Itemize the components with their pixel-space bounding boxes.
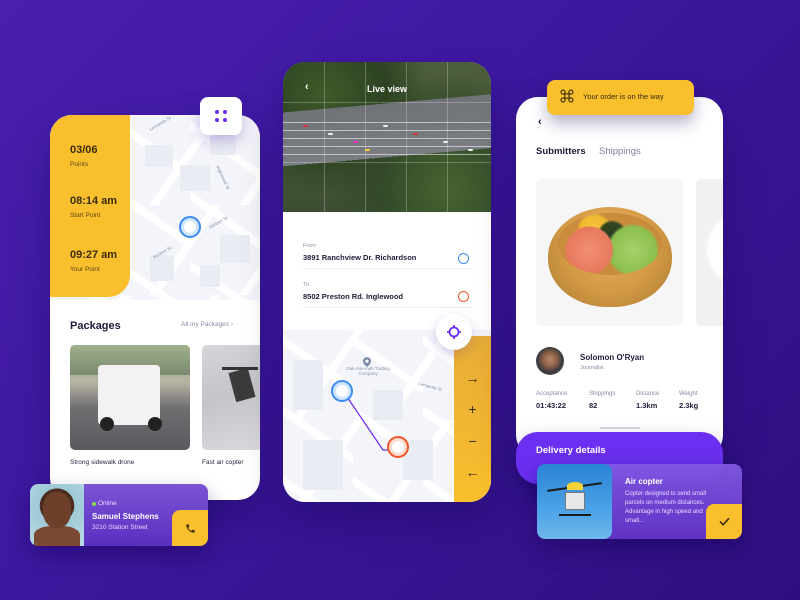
metric-value: 01:43:22	[536, 401, 567, 410]
metric-label: Shippings	[589, 391, 616, 397]
map-block	[180, 165, 210, 191]
phone-icon	[185, 523, 195, 533]
metric-label: Distance	[636, 391, 660, 397]
stat-value: 09:27 am	[70, 249, 118, 261]
tracking-screen: Lemanda St Inglewood St Herbert St Herbe…	[50, 115, 260, 500]
arrow-left-icon[interactable]: ←	[454, 464, 491, 480]
street-label: Inglewood St	[215, 164, 231, 191]
tab-submitters[interactable]: Submitters	[536, 146, 586, 157]
current-location-pin[interactable]	[179, 216, 201, 238]
tab-shippings[interactable]: Shippings	[599, 146, 641, 157]
stat-value: 08:14 am	[70, 195, 118, 207]
food-image-plate[interactable]	[696, 179, 723, 326]
drag-handle[interactable]	[600, 427, 640, 429]
metric-label: Acceptance	[536, 391, 568, 397]
check-icon	[718, 517, 730, 526]
food-image-poke-bowl[interactable]	[536, 179, 683, 326]
courier-photo	[30, 484, 84, 546]
package-caption: Fast air copter	[202, 459, 244, 466]
metric-value: 2.3kg	[679, 401, 699, 410]
map-block	[200, 265, 220, 287]
delivery-item-description: Copter designed to send small parcels on…	[625, 491, 707, 524]
origin-pin[interactable]	[331, 380, 353, 402]
arrow-right-icon[interactable]: →	[454, 370, 491, 386]
courier-contact-card[interactable]: Online Samuel Stephens 3210 Station Stre…	[30, 484, 208, 546]
stat-value: 03/06	[70, 144, 98, 156]
online-status: Online	[98, 500, 117, 507]
stats-panel: 03/06 Points 08:14 am Start Point 09:27 …	[50, 115, 130, 297]
metric-value: 1.3km	[636, 401, 658, 410]
stat-points: 03/06 Points	[70, 144, 98, 168]
bowl-food	[558, 213, 662, 275]
submitter-avatar	[536, 347, 564, 375]
drone-body	[228, 367, 256, 403]
stat-label: Your Point	[70, 266, 100, 273]
menu-button[interactable]	[200, 97, 242, 135]
call-button[interactable]	[172, 510, 208, 546]
submitter-name: Solomon O'Ryan	[580, 353, 645, 362]
crosshair-icon	[447, 325, 461, 339]
live-view-screen: ‹ Live view From 3891 Ranchview Dr. Rich…	[283, 62, 491, 502]
origin-marker-icon	[458, 253, 469, 264]
all-packages-label: All my Packages	[181, 321, 230, 328]
chevron-left-icon[interactable]: ‹	[538, 116, 542, 128]
chevron-right-icon: ›	[230, 321, 234, 328]
stat-label: Start Point	[70, 212, 101, 219]
stat-your-point: 09:27 am Your Point	[70, 249, 117, 273]
delivery-item-card[interactable]: Air copter Copter designed to send small…	[537, 464, 742, 539]
live-camera-feed[interactable]: ‹ Live view	[283, 62, 491, 212]
locate-button[interactable]	[436, 314, 472, 350]
robot-body	[98, 365, 160, 425]
street-label: Lemanda St	[148, 115, 172, 132]
from-address[interactable]: 3891 Ranchview Dr. Richardson	[303, 253, 416, 262]
map-block	[220, 235, 250, 263]
delivery-details-title: Delivery details	[536, 445, 606, 456]
stat-start-point: 08:14 am Start Point	[70, 195, 117, 219]
zoom-in-icon[interactable]: +	[454, 401, 491, 417]
order-notification[interactable]: Your order is on the way	[547, 80, 694, 115]
packages-title: Packages	[70, 320, 121, 332]
courier-address: 3210 Station Street	[92, 524, 148, 531]
metric-label: Weight	[679, 391, 698, 397]
online-status-dot	[92, 502, 96, 506]
metric-value: 82	[589, 401, 598, 410]
destination-pin[interactable]	[387, 436, 409, 458]
to-address[interactable]: 8502 Preston Rd. Inglewood	[303, 292, 403, 301]
air-copter-photo	[537, 464, 612, 539]
drone-icon	[560, 89, 574, 103]
package-caption: Strong sidewalk drone	[70, 459, 135, 466]
submitter-role: Journalist	[580, 365, 604, 371]
package-card-air-copter[interactable]	[202, 345, 260, 450]
poi-label: Oak-ma-i-nah Trading Company	[346, 366, 390, 377]
map-block	[210, 135, 236, 155]
confirm-button[interactable]	[706, 504, 742, 539]
live-view-title: Live view	[366, 84, 408, 94]
from-label: From	[303, 243, 316, 249]
all-packages-link[interactable]: All my Packages ›	[181, 321, 233, 328]
street-label: Herbert St	[208, 215, 229, 230]
delivery-item-title: Air copter	[625, 477, 663, 486]
divider	[303, 307, 473, 308]
robot-wheel	[148, 417, 162, 431]
order-notification-text: Your order is on the way	[583, 92, 664, 101]
destination-marker-icon	[458, 291, 469, 302]
order-screen: ‹ Submitters Shippings Solomon O'Ryan Jo…	[516, 97, 723, 457]
courier-name: Samuel Stephens	[92, 512, 159, 521]
stat-label: Points	[70, 161, 89, 168]
zoom-out-icon[interactable]: −	[454, 433, 491, 449]
to-label: To	[303, 282, 309, 288]
divider	[303, 268, 473, 269]
map-block	[145, 145, 173, 167]
robot-wheel	[100, 417, 114, 431]
package-card-sidewalk-drone[interactable]	[70, 345, 190, 450]
